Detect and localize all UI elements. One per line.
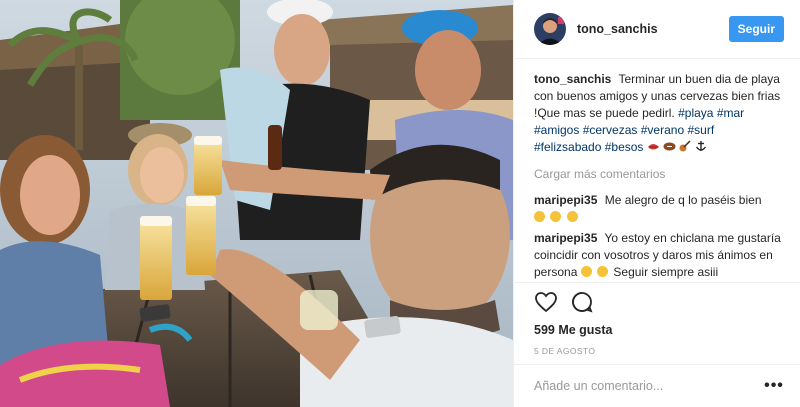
comment-author[interactable]: maripepi35 bbox=[534, 231, 597, 245]
hashtag-surf[interactable]: #surf bbox=[687, 123, 714, 137]
comment-author[interactable]: maripepi35 bbox=[534, 193, 597, 207]
hashtag-felizsabado[interactable]: #felizsabado bbox=[534, 140, 601, 154]
tongue-face-icon bbox=[597, 266, 609, 278]
comment-text: Me alegro de q lo paséis bien bbox=[604, 193, 762, 208]
follow-button[interactable]: Seguir bbox=[728, 16, 784, 43]
hashtag-mar[interactable]: #mar bbox=[717, 106, 744, 120]
caption-author[interactable]: tono_sanchis bbox=[534, 72, 611, 86]
heart-icon[interactable] bbox=[534, 290, 558, 314]
likes-count[interactable]: 599 Me gusta bbox=[514, 320, 800, 340]
load-more-comments-link[interactable]: Cargar más comentarios bbox=[534, 166, 784, 183]
more-options-icon[interactable]: ••• bbox=[764, 376, 784, 396]
comment-item: maripepi35 Me alegro de q lo paséis bien bbox=[534, 192, 784, 226]
comment-input[interactable] bbox=[534, 378, 764, 393]
avatar-image bbox=[534, 13, 566, 46]
photo-illustration bbox=[0, 0, 513, 407]
instagram-post: tono_sanchis Seguir tono_sanchis Termina… bbox=[0, 0, 800, 407]
hashtag-besos[interactable]: #besos bbox=[605, 140, 644, 154]
grinning-face-icon bbox=[534, 211, 545, 223]
comment-text-continued: Seguir siempre asiii bbox=[613, 265, 719, 280]
rugby-ball-icon bbox=[663, 140, 679, 154]
caption: tono_sanchis Terminar un buen dia de pla… bbox=[534, 71, 784, 156]
guitar-icon bbox=[679, 140, 694, 154]
comment-item: maripepi35 Yo estoy en chiclana me gusta… bbox=[534, 230, 784, 281]
hashtag-cervezas[interactable]: #cervezas bbox=[583, 123, 638, 137]
hashtag-amigos[interactable]: #amigos bbox=[534, 123, 579, 137]
comments-section: tono_sanchis Terminar un buen dia de pla… bbox=[514, 59, 800, 282]
comment-icon[interactable] bbox=[570, 290, 594, 314]
author-avatar[interactable] bbox=[534, 13, 566, 46]
hashtag-playa[interactable]: #playa bbox=[678, 106, 713, 120]
add-comment-bar: ••• bbox=[514, 363, 800, 407]
post-photo[interactable] bbox=[0, 0, 513, 407]
smiling-face-icon bbox=[550, 211, 562, 223]
post-header: tono_sanchis Seguir bbox=[514, 0, 800, 60]
post-actions bbox=[514, 282, 800, 320]
post-date: 5 de agosto bbox=[534, 345, 596, 356]
hashtag-verano[interactable]: #verano bbox=[641, 123, 684, 137]
smiling-face-icon bbox=[566, 211, 578, 223]
kiss-mark-icon bbox=[647, 140, 663, 154]
anchor-icon bbox=[695, 140, 707, 154]
post-side-panel: tono_sanchis Seguir tono_sanchis Termina… bbox=[513, 0, 800, 407]
author-username[interactable]: tono_sanchis bbox=[577, 22, 729, 36]
tongue-face-icon bbox=[580, 266, 592, 278]
